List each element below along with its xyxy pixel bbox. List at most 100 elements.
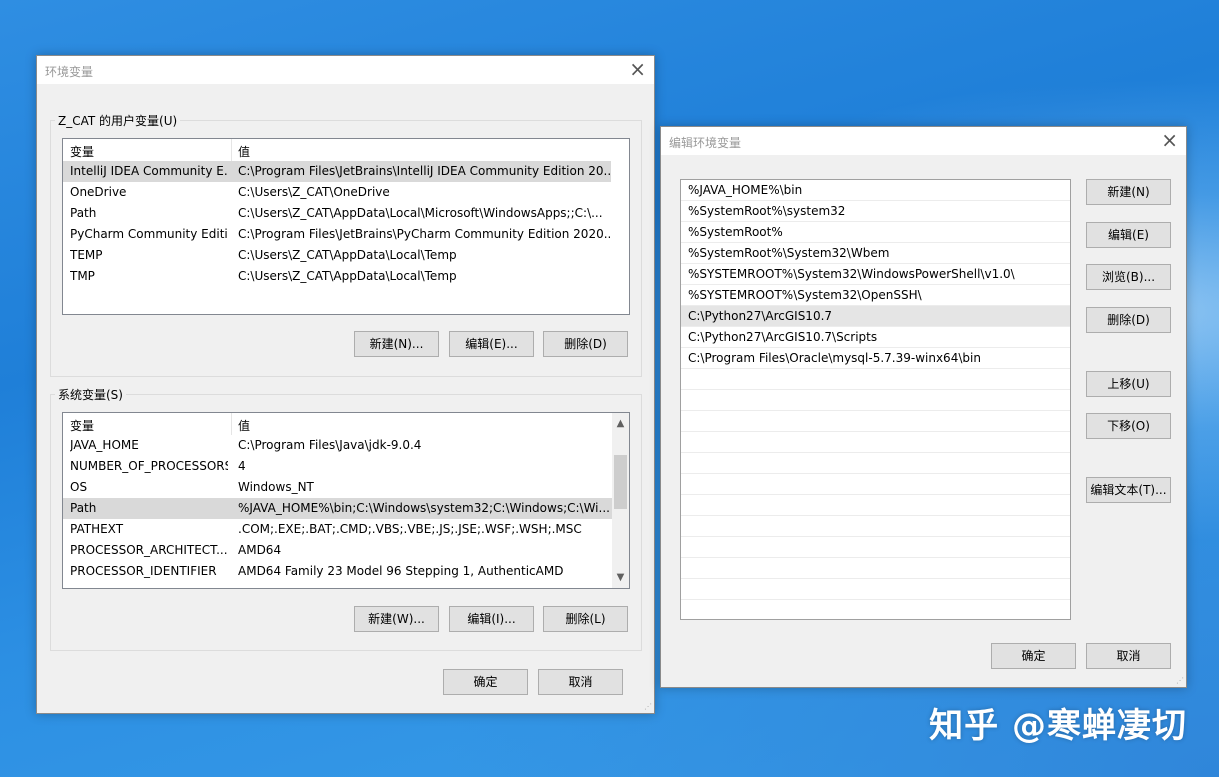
edit-env-title: 编辑环境变量 bbox=[669, 136, 742, 150]
path-entry-row[interactable] bbox=[681, 390, 1070, 411]
path-entry-row[interactable] bbox=[681, 411, 1070, 432]
user-new-button[interactable]: 新建(N)... bbox=[354, 331, 439, 357]
path-entry-row[interactable]: %SystemRoot%\System32\Wbem bbox=[681, 243, 1070, 264]
system-new-button[interactable]: 新建(W)... bbox=[354, 606, 439, 632]
variable-name-cell: PROCESSOR_IDENTIFIER bbox=[70, 564, 217, 578]
variable-value-cell: C:\Program Files\JetBrains\PyCharm Commu… bbox=[238, 227, 610, 241]
env-vars-titlebar: 环境变量 × bbox=[37, 56, 654, 84]
table-row[interactable]: OneDrive C:\Users\Z_CAT\OneDrive bbox=[63, 182, 611, 203]
variable-name-cell: TEMP bbox=[70, 248, 103, 262]
path-entry-row[interactable] bbox=[681, 537, 1070, 558]
env-vars-title: 环境变量 bbox=[45, 65, 94, 79]
edit-env-var-dialog: 编辑环境变量 × %JAVA_HOME%\bin %SystemRoot%\sys… bbox=[660, 126, 1187, 688]
system-vars-list[interactable]: 变量 值 JAVA_HOME C:\Program Files\Java\jdk-… bbox=[62, 412, 630, 589]
column-header-value[interactable]: 值 bbox=[238, 417, 250, 434]
variable-value-cell: %JAVA_HOME%\bin;C:\Windows\system32;C:\W… bbox=[238, 501, 610, 515]
user-edit-button[interactable]: 编辑(E)... bbox=[449, 331, 534, 357]
ok-button[interactable]: 确定 bbox=[991, 643, 1076, 669]
path-entry-row[interactable] bbox=[681, 495, 1070, 516]
path-entry-row[interactable] bbox=[681, 432, 1070, 453]
resize-grip-icon[interactable]: ⋰ bbox=[1176, 677, 1184, 685]
path-entry-row[interactable]: %SystemRoot% bbox=[681, 222, 1070, 243]
path-move-down-button[interactable]: 下移(O) bbox=[1086, 413, 1171, 439]
path-delete-button[interactable]: 删除(D) bbox=[1086, 307, 1171, 333]
path-entry-text: %JAVA_HOME%\bin bbox=[688, 183, 803, 197]
path-entry-row[interactable] bbox=[681, 579, 1070, 600]
column-header-variable[interactable]: 变量 bbox=[70, 143, 94, 160]
path-entry-row[interactable] bbox=[681, 558, 1070, 579]
path-edit-text-button[interactable]: 编辑文本(T)... bbox=[1086, 477, 1171, 503]
scrollbar-thumb[interactable] bbox=[614, 455, 627, 509]
variable-name-cell: OneDrive bbox=[70, 185, 127, 199]
table-row[interactable]: JAVA_HOME C:\Program Files\Java\jdk-9.0.4 bbox=[63, 435, 612, 456]
path-entries-list[interactable]: %JAVA_HOME%\bin %SystemRoot%\system32 %Sys… bbox=[680, 179, 1071, 620]
variable-value-cell: AMD64 Family 23 Model 96 Stepping 1, Aut… bbox=[238, 564, 564, 578]
variable-name-cell: JAVA_HOME bbox=[70, 438, 139, 452]
system-vars-scrollbar[interactable]: ▲ ▼ bbox=[612, 413, 629, 588]
path-entry-row[interactable]: %SystemRoot%\system32 bbox=[681, 201, 1070, 222]
path-entry-row[interactable]: %JAVA_HOME%\bin bbox=[681, 180, 1070, 201]
path-browse-button[interactable]: 浏览(B)... bbox=[1086, 264, 1171, 290]
variable-value-cell: C:\Users\Z_CAT\AppData\Local\Temp bbox=[238, 248, 457, 262]
path-entry-text: %SystemRoot% bbox=[688, 225, 783, 239]
path-entry-row[interactable] bbox=[681, 474, 1070, 495]
resize-grip-icon[interactable]: ⋰ bbox=[644, 703, 652, 711]
system-edit-button[interactable]: 编辑(I)... bbox=[449, 606, 534, 632]
variable-value-cell: C:\Program Files\Java\jdk-9.0.4 bbox=[238, 438, 422, 452]
chevron-down-icon[interactable]: ▼ bbox=[612, 569, 629, 586]
variable-value-cell: 4 bbox=[238, 459, 246, 473]
close-icon[interactable]: × bbox=[629, 59, 646, 79]
path-entry-text: %SystemRoot%\system32 bbox=[688, 204, 846, 218]
variable-name-cell: IntelliJ IDEA Community E... bbox=[70, 164, 228, 178]
table-row[interactable]: OS Windows_NT bbox=[63, 477, 612, 498]
column-header-variable[interactable]: 变量 bbox=[70, 417, 94, 434]
table-row[interactable]: Path %JAVA_HOME%\bin;C:\Windows\system32;… bbox=[63, 498, 612, 519]
path-edit-button[interactable]: 编辑(E) bbox=[1086, 222, 1171, 248]
system-vars-header: 变量 值 bbox=[63, 413, 612, 435]
table-row[interactable]: PyCharm Community Editi... C:\Program Fil… bbox=[63, 224, 611, 245]
env-vars-dialog: 环境变量 × Z_CAT 的用户变量(U) 变量 值 IntelliJ IDEA… bbox=[36, 55, 655, 714]
path-entry-text: C:\Python27\ArcGIS10.7\Scripts bbox=[688, 330, 878, 344]
path-entry-row[interactable]: %SYSTEMROOT%\System32\OpenSSH\ bbox=[681, 285, 1070, 306]
user-delete-button[interactable]: 删除(D) bbox=[543, 331, 628, 357]
user-vars-header: 变量 值 bbox=[63, 139, 629, 161]
path-new-button[interactable]: 新建(N) bbox=[1086, 179, 1171, 205]
user-vars-group-label: Z_CAT 的用户变量(U) bbox=[55, 112, 181, 129]
variable-value-cell: Windows_NT bbox=[238, 480, 314, 494]
variable-value-cell: C:\Program Files\JetBrains\IntelliJ IDEA… bbox=[238, 164, 610, 178]
user-vars-list[interactable]: 变量 值 IntelliJ IDEA Community E... C:\Prog… bbox=[62, 138, 630, 315]
path-entry-row[interactable] bbox=[681, 369, 1070, 390]
path-move-up-button[interactable]: 上移(U) bbox=[1086, 371, 1171, 397]
table-row[interactable]: TMP C:\Users\Z_CAT\AppData\Local\Temp bbox=[63, 266, 611, 287]
table-row[interactable]: NUMBER_OF_PROCESSORS 4 bbox=[63, 456, 612, 477]
close-icon[interactable]: × bbox=[1161, 130, 1178, 150]
cancel-button[interactable]: 取消 bbox=[538, 669, 623, 695]
path-entry-row[interactable]: C:\Program Files\Oracle\mysql-5.7.39-win… bbox=[681, 348, 1070, 369]
variable-value-cell: C:\Users\Z_CAT\AppData\Local\Temp bbox=[238, 269, 457, 283]
table-row[interactable]: IntelliJ IDEA Community E... C:\Program F… bbox=[63, 161, 611, 182]
cancel-button[interactable]: 取消 bbox=[1086, 643, 1171, 669]
path-entry-text: %SYSTEMROOT%\System32\OpenSSH\ bbox=[688, 288, 922, 302]
path-entry-row[interactable]: C:\Python27\ArcGIS10.7 bbox=[681, 306, 1070, 327]
chevron-up-icon[interactable]: ▲ bbox=[612, 415, 629, 432]
column-separator[interactable] bbox=[231, 413, 232, 435]
variable-name-cell: PROCESSOR_ARCHITECT... bbox=[70, 543, 228, 557]
table-row[interactable]: PROCESSOR_IDENTIFIER AMD64 Family 23 Mode… bbox=[63, 561, 612, 582]
variable-value-cell: C:\Users\Z_CAT\OneDrive bbox=[238, 185, 390, 199]
path-entry-row[interactable]: C:\Python27\ArcGIS10.7\Scripts bbox=[681, 327, 1070, 348]
table-row[interactable]: TEMP C:\Users\Z_CAT\AppData\Local\Temp bbox=[63, 245, 611, 266]
path-entry-row[interactable] bbox=[681, 516, 1070, 537]
table-row[interactable]: PATHEXT .COM;.EXE;.BAT;.CMD;.VBS;.VBE;.JS… bbox=[63, 519, 612, 540]
path-entry-text: %SYSTEMROOT%\System32\WindowsPowerShell\… bbox=[688, 267, 1015, 281]
path-entry-row[interactable]: %SYSTEMROOT%\System32\WindowsPowerShell\… bbox=[681, 264, 1070, 285]
variable-name-cell: Path bbox=[70, 501, 97, 515]
ok-button[interactable]: 确定 bbox=[443, 669, 528, 695]
path-entry-row[interactable] bbox=[681, 453, 1070, 474]
column-separator[interactable] bbox=[231, 139, 232, 161]
path-entry-text: C:\Program Files\Oracle\mysql-5.7.39-win… bbox=[688, 351, 981, 365]
table-row[interactable]: PROCESSOR_ARCHITECT... AMD64 bbox=[63, 540, 612, 561]
variable-value-cell: .COM;.EXE;.BAT;.CMD;.VBS;.VBE;.JS;.JSE;.… bbox=[238, 522, 582, 536]
system-delete-button[interactable]: 删除(L) bbox=[543, 606, 628, 632]
table-row[interactable]: Path C:\Users\Z_CAT\AppData\Local\Microso… bbox=[63, 203, 611, 224]
column-header-value[interactable]: 值 bbox=[238, 143, 250, 160]
